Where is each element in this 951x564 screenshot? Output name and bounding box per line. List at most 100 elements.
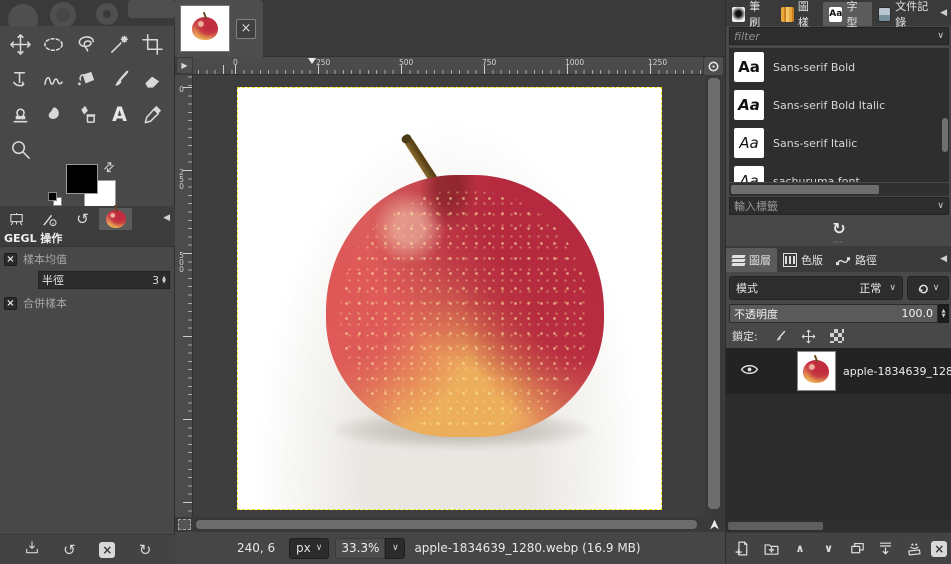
unified-transform-tool-button[interactable]: [4, 62, 37, 97]
magic-wand-icon: [111, 35, 128, 53]
restore-preset-button[interactable]: ↺: [63, 542, 76, 558]
raise-layer-button[interactable]: ∧: [788, 537, 812, 561]
duplicate-layer-button[interactable]: [845, 537, 869, 561]
horizontal-ruler[interactable]: 0 250 500 750 1000 1250: [193, 57, 703, 75]
layer-list-scrollbar[interactable]: [726, 520, 951, 532]
radius-spinner[interactable]: ▲ ▼: [162, 276, 166, 285]
navigation-button[interactable]: [705, 517, 723, 532]
zoom-follow-window-button[interactable]: [704, 57, 723, 76]
tab-document-history[interactable]: 文件記錄: [872, 0, 940, 29]
foreground-color-swatch[interactable]: [66, 164, 98, 194]
font-filter-input[interactable]: [730, 29, 938, 43]
new-layer-group-button[interactable]: [759, 537, 783, 561]
anchor-layer-button[interactable]: [903, 537, 927, 561]
vertical-scrollbar[interactable]: [705, 75, 723, 517]
svg-text:A: A: [112, 103, 127, 126]
new-layer-button[interactable]: [731, 537, 755, 561]
font-list[interactable]: Aa Sans-serif Bold Aa Sans-serif Bold It…: [729, 48, 949, 182]
font-item[interactable]: Aa Sans-serif Bold Italic: [729, 86, 949, 124]
canvas-viewport[interactable]: [193, 75, 705, 517]
swap-colors-icon[interactable]: ⇄: [100, 158, 118, 176]
tab-fonts[interactable]: Aa 字型: [823, 0, 872, 29]
font-list-scrollbar-thumb[interactable]: [942, 118, 948, 152]
tab-layers[interactable]: 圖層: [726, 248, 777, 272]
default-colors-icon[interactable]: [48, 192, 62, 206]
font-item[interactable]: Aa Sans-serif Italic: [729, 124, 949, 162]
lock-pixels-icon[interactable]: [772, 329, 787, 344]
chevron-down-icon[interactable]: ∨: [937, 31, 948, 41]
spinner-down-icon[interactable]: ▼: [162, 280, 166, 285]
vertical-ruler[interactable]: 0 250 500: [175, 75, 193, 517]
font-item[interactable]: Aa sachuruma font: [729, 162, 949, 182]
sample-average-checkbox[interactable]: ×: [4, 252, 17, 266]
opacity-slider[interactable]: 不透明度 100.0: [729, 304, 938, 323]
paintbrush-tool-button[interactable]: [103, 62, 136, 97]
dock-menu-button[interactable]: ◀: [163, 213, 170, 223]
move-tool-button[interactable]: [4, 27, 37, 62]
font-list-horizontal-scrollbar[interactable]: [729, 183, 949, 196]
free-select-tool-button[interactable]: [70, 27, 103, 62]
lock-position-icon[interactable]: [801, 329, 816, 344]
refresh-fonts-button[interactable]: ↻: [832, 219, 845, 238]
close-image-button[interactable]: ×: [236, 18, 256, 39]
layer-visibility-toggle[interactable]: [740, 363, 759, 379]
tab-undo-history[interactable]: ↺: [66, 208, 99, 230]
font-list-scrollbar[interactable]: [941, 48, 949, 182]
tab-paths[interactable]: 路徑: [829, 248, 883, 272]
opacity-spinner[interactable]: ▲ ▼: [938, 304, 949, 323]
bucket-fill-tool-button[interactable]: [70, 62, 103, 97]
reset-button[interactable]: ↻: [139, 542, 152, 558]
ink-pen-icon: [81, 105, 96, 123]
image-menu-button[interactable]: ▶: [177, 58, 192, 73]
fuzzy-select-tool-button[interactable]: [103, 27, 136, 62]
layers-dock-menu-button[interactable]: ◀: [940, 254, 947, 264]
layer-list-scrollbar-thumb[interactable]: [728, 522, 823, 530]
tab-patterns[interactable]: 圖樣: [775, 0, 824, 29]
save-preset-button[interactable]: [24, 540, 40, 559]
lower-layer-button[interactable]: ∨: [817, 537, 841, 561]
canvas-image[interactable]: [237, 87, 662, 510]
eraser-tool-button[interactable]: [136, 62, 169, 97]
color-picker-tool-button[interactable]: [136, 97, 169, 132]
sample-merged-checkbox[interactable]: ×: [4, 296, 17, 310]
font-list-hscroll-thumb[interactable]: [731, 185, 879, 194]
text-tool-button[interactable]: A: [103, 97, 136, 132]
delete-layer-button[interactable]: ×: [931, 540, 948, 557]
save-icon: [25, 541, 38, 554]
delete-preset-button[interactable]: ×: [99, 541, 116, 558]
image-tab[interactable]: ×: [175, 0, 263, 57]
horizontal-scrollbar-thumb[interactable]: [196, 520, 697, 529]
warp-transform-tool-button[interactable]: [37, 62, 70, 97]
vruler-label: 0: [177, 85, 186, 92]
tab-tool-options[interactable]: [0, 208, 33, 230]
layer-list[interactable]: apple-1834639_1280.webp: [726, 348, 951, 520]
tab-image-thumbnail[interactable]: [99, 208, 132, 230]
fonts-dock-menu-button[interactable]: ◀: [940, 8, 947, 18]
unit-dropdown[interactable]: px ∨: [289, 537, 330, 559]
merge-down-button[interactable]: [874, 537, 898, 561]
merge-down-icon: [880, 542, 892, 555]
tab-device-status[interactable]: [33, 208, 66, 230]
layer-mode-dropdown[interactable]: 模式 正常 ∨: [729, 276, 903, 300]
anchor-wilber-icon: [908, 543, 921, 556]
ellipse-select-tool-button[interactable]: [37, 27, 70, 62]
chevron-down-icon[interactable]: ∨: [937, 201, 948, 211]
crop-tool-button[interactable]: [136, 27, 169, 62]
tab-channels[interactable]: 色版: [777, 248, 829, 272]
clone-tool-button[interactable]: [4, 97, 37, 132]
tag-input[interactable]: [730, 199, 938, 213]
tab-brushes[interactable]: 筆刷: [726, 0, 775, 29]
font-preview: Aa: [734, 52, 764, 82]
layer-row[interactable]: apple-1834639_1280.webp: [726, 348, 951, 394]
quick-mask-toggle[interactable]: [178, 519, 191, 530]
ink-tool-button[interactable]: [70, 97, 103, 132]
vertical-scrollbar-thumb[interactable]: [708, 78, 720, 509]
smudge-tool-button[interactable]: [37, 97, 70, 132]
horizontal-scrollbar[interactable]: [193, 517, 703, 532]
mode-group-switch-button[interactable]: ∨: [907, 276, 949, 300]
font-item[interactable]: Aa Sans-serif Bold: [729, 48, 949, 86]
radius-input[interactable]: 半徑 3 ▲ ▼: [38, 271, 170, 289]
spinner-down-icon[interactable]: ▼: [942, 313, 946, 319]
lock-alpha-icon[interactable]: [829, 329, 844, 343]
zoom-dropdown-button[interactable]: ∨: [385, 537, 406, 559]
